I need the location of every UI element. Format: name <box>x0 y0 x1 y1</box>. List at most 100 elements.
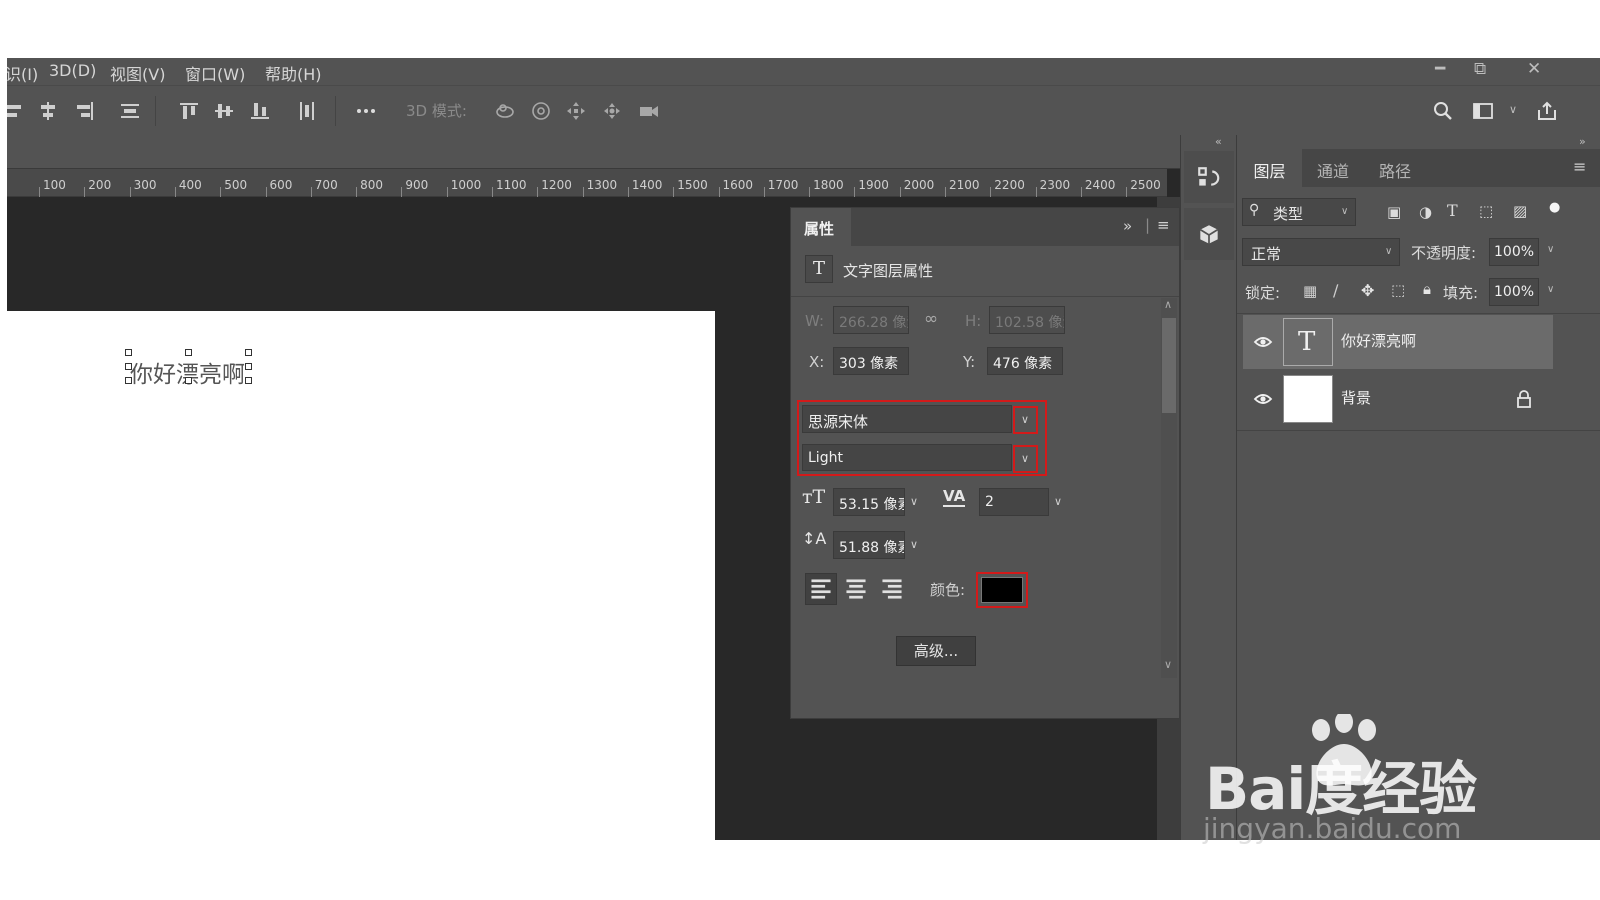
expand-icon[interactable]: » <box>1579 135 1586 148</box>
workspace-icon[interactable] <box>1471 99 1495 123</box>
text-color-swatch[interactable] <box>981 577 1023 603</box>
collapse-icon[interactable]: « <box>1215 135 1222 148</box>
transform-handle[interactable] <box>185 349 192 356</box>
font-size-field[interactable]: 53.15 像素 <box>833 488 905 516</box>
transform-handle[interactable] <box>125 349 132 356</box>
scrollbar-thumb[interactable] <box>1162 318 1176 413</box>
align-center-text-button[interactable] <box>841 574 871 604</box>
lock-icon[interactable] <box>1516 390 1532 408</box>
filter-pixel-icon[interactable]: ▣ <box>1387 203 1401 221</box>
pan-icon[interactable] <box>564 99 588 123</box>
filter-toggle-icon[interactable]: ● <box>1549 200 1560 215</box>
properties-scrollbar[interactable]: ∧ ∨ <box>1161 298 1177 678</box>
restore-icon[interactable]: ⧉ <box>1474 59 1486 79</box>
menu-item-window[interactable]: 窗口(W) <box>185 61 245 85</box>
collapse-panel-icon[interactable]: » <box>1123 217 1132 235</box>
lock-transparent-icon[interactable]: ▦ <box>1303 282 1317 300</box>
layer-name[interactable]: 你好漂亮啊 <box>1341 330 1416 351</box>
align-right-text-button[interactable] <box>877 574 907 604</box>
tab-layers[interactable]: 图层 <box>1237 149 1302 187</box>
lock-brush-icon[interactable]: ∕ <box>1333 281 1338 300</box>
tracking-field[interactable]: 2 <box>979 488 1049 516</box>
ruler-tick-label: 1100 <box>496 178 527 192</box>
x-field[interactable]: 303 像素 <box>833 347 909 375</box>
menu-item-view[interactable]: 视图(V) <box>110 61 165 85</box>
ruler-tick <box>265 187 267 197</box>
align-right-icon[interactable] <box>72 99 96 123</box>
layer-row-background[interactable]: 背景 <box>1243 372 1553 426</box>
share-icon[interactable] <box>1535 99 1559 123</box>
advanced-button[interactable]: 高级... <box>896 636 976 666</box>
filter-type-icon[interactable]: T <box>1447 201 1458 220</box>
opacity-field[interactable]: 100% <box>1489 238 1539 266</box>
leading-field[interactable]: 51.88 像素 <box>833 531 905 559</box>
search-icon[interactable] <box>1431 99 1455 123</box>
chevron-down-icon[interactable]: ∨ <box>904 534 924 556</box>
transform-handle[interactable] <box>245 363 252 370</box>
filter-shape-icon[interactable]: ⬚ <box>1479 202 1493 220</box>
orbit-icon[interactable] <box>493 99 517 123</box>
distribute-vertical-icon[interactable] <box>295 99 319 123</box>
panel-menu-icon[interactable]: ≡ <box>1573 157 1586 176</box>
filter-adjustment-icon[interactable]: ◑ <box>1419 203 1432 221</box>
eye-icon[interactable] <box>1253 389 1273 409</box>
layer-row-text[interactable]: T 你好漂亮啊 <box>1243 315 1553 369</box>
chevron-down-icon[interactable]: ∨ <box>1048 491 1068 513</box>
y-field[interactable]: 476 像素 <box>987 347 1063 375</box>
chevron-down-icon[interactable]: ∨ <box>1015 448 1035 470</box>
menu-item-3d[interactable]: 3D(D) <box>49 61 96 80</box>
transform-handle[interactable] <box>125 377 132 384</box>
ruler-tick-label: 1000 <box>450 178 482 192</box>
document-canvas[interactable]: 你好漂亮啊 <box>7 311 715 840</box>
align-left-icon[interactable] <box>7 99 27 123</box>
ruler-tick-label: 1300 <box>586 178 618 192</box>
chevron-down-icon[interactable]: ∨ <box>1509 103 1517 116</box>
link-icon[interactable]: ∞ <box>924 309 938 329</box>
scroll-up-icon[interactable]: ∧ <box>1164 298 1172 311</box>
transform-handle[interactable] <box>245 377 252 384</box>
distribute-icon[interactable] <box>118 99 142 123</box>
chevron-down-icon[interactable]: ∨ <box>1547 244 1554 255</box>
layer-filter-select[interactable]: ⚲ 类型 ∨ <box>1242 198 1356 226</box>
history-panel-button[interactable] <box>1184 151 1234 203</box>
align-top-icon[interactable] <box>177 99 201 123</box>
font-style-select[interactable]: Light <box>802 444 1012 471</box>
height-field[interactable]: 102.58 像素 <box>989 306 1065 334</box>
menu-item-identify[interactable]: 识(I) <box>7 61 38 85</box>
lock-all-icon[interactable]: 🔒︎ <box>1423 280 1431 298</box>
layer-name[interactable]: 背景 <box>1341 387 1371 408</box>
close-icon[interactable]: ✕ <box>1527 59 1541 79</box>
options-bar: 3D 模式: ∨ <box>7 85 1600 135</box>
tab-channels[interactable]: 通道 <box>1302 149 1364 187</box>
align-left-text-button[interactable] <box>805 573 837 605</box>
chevron-down-icon[interactable]: ∨ <box>904 491 924 513</box>
roll-icon[interactable] <box>529 99 553 123</box>
panel-menu-icon[interactable]: ≡ <box>1157 216 1170 234</box>
eye-icon[interactable] <box>1253 332 1273 352</box>
lock-artboard-icon[interactable]: ⬚ <box>1391 281 1405 299</box>
align-hcenter-icon[interactable] <box>36 99 60 123</box>
align-bottom-icon[interactable] <box>248 99 272 123</box>
3d-panel-button[interactable] <box>1184 208 1234 260</box>
align-vcenter-icon[interactable] <box>212 99 236 123</box>
camera-icon[interactable] <box>637 99 661 123</box>
transform-handle[interactable] <box>185 377 192 384</box>
tab-paths[interactable]: 路径 <box>1364 149 1426 187</box>
chevron-down-icon[interactable]: ∨ <box>1015 409 1035 431</box>
blend-mode-select[interactable]: 正常 ∨ <box>1242 238 1400 266</box>
width-field[interactable]: 266.28 像素 <box>833 306 909 334</box>
fill-field[interactable]: 100% <box>1489 278 1539 306</box>
chevron-down-icon[interactable]: ∨ <box>1547 284 1554 295</box>
font-family-select[interactable]: 思源宋体 <box>802 405 1012 433</box>
more-icon[interactable] <box>354 99 378 123</box>
scroll-down-icon[interactable]: ∨ <box>1164 658 1172 671</box>
transform-handle[interactable] <box>125 363 132 370</box>
filter-smart-object-icon[interactable]: ▨ <box>1513 202 1527 220</box>
menu-item-help[interactable]: 帮助(H) <box>265 61 322 85</box>
slide-icon[interactable] <box>600 99 624 123</box>
tab-properties[interactable]: 属性 <box>791 208 851 246</box>
lock-position-icon[interactable]: ✥ <box>1361 281 1374 300</box>
minimize-icon[interactable]: ━ <box>1435 59 1445 79</box>
horizontal-ruler[interactable]: 100 200 300 400 500 600 700 800 900 1000 1100 1200 1… <box>7 169 1167 197</box>
transform-handle[interactable] <box>245 349 252 356</box>
